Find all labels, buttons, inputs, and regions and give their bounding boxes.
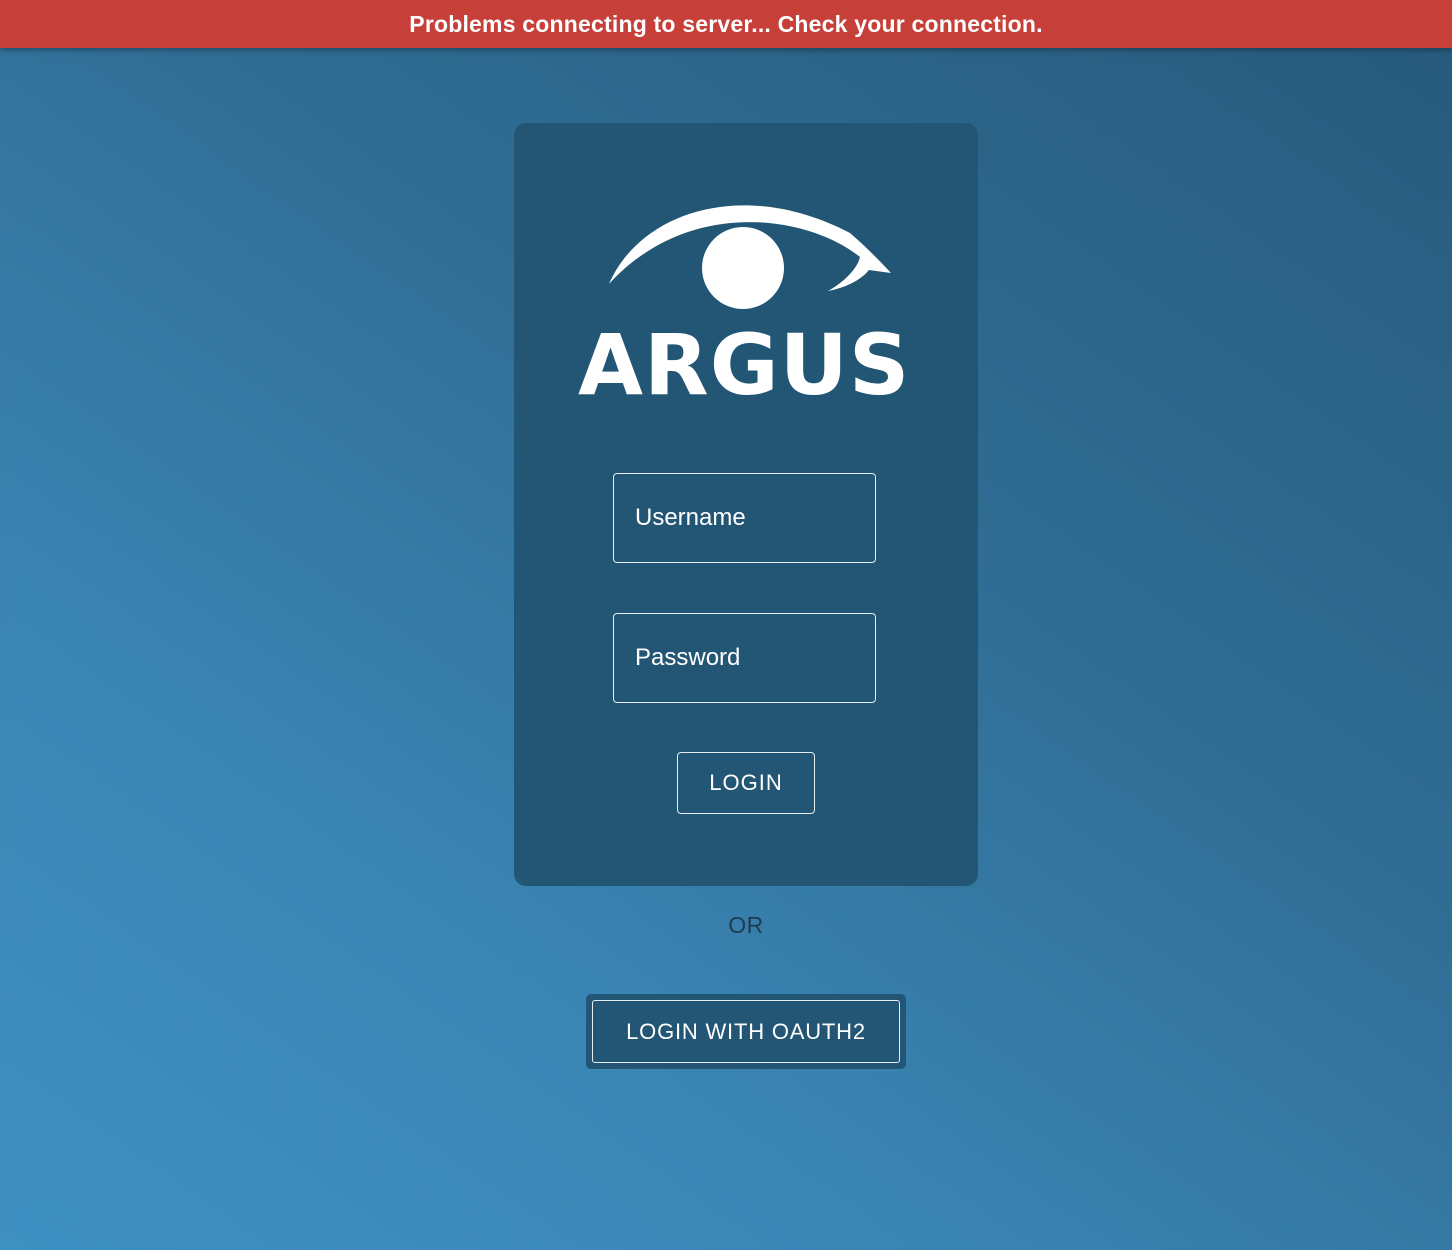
login-with-oauth2-button[interactable]: LOGIN WITH OAUTH2 xyxy=(592,1000,900,1063)
brand-name: ARGUS xyxy=(578,316,911,414)
connection-error-banner: Problems connecting to server... Check y… xyxy=(0,0,1452,48)
oauth-button-container: LOGIN WITH OAUTH2 xyxy=(586,994,906,1069)
eye-icon xyxy=(609,205,891,309)
username-input[interactable] xyxy=(613,473,876,563)
password-input[interactable] xyxy=(613,613,876,703)
login-card: ARGUS LOGIN xyxy=(514,123,978,886)
login-button[interactable]: LOGIN xyxy=(677,752,815,814)
or-separator: OR xyxy=(728,912,764,938)
argus-logo: ARGUS xyxy=(578,187,909,414)
